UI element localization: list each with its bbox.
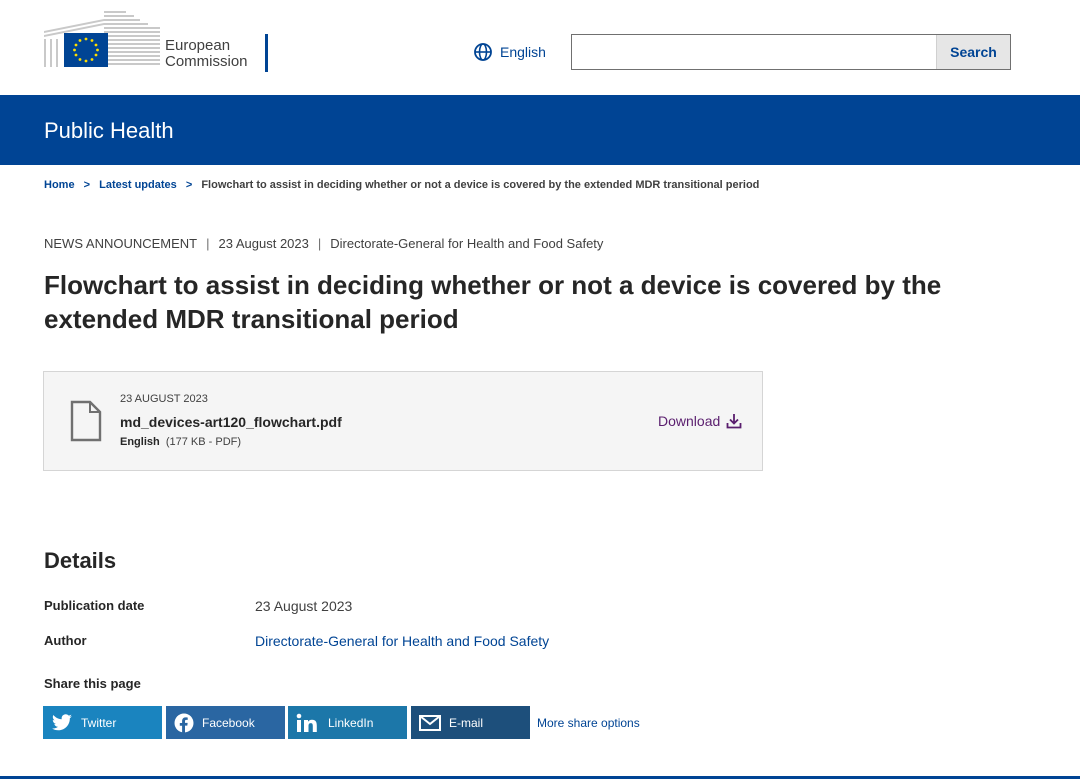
logo-line-2: Commission — [165, 53, 248, 70]
content-type: NEWS ANNOUNCEMENT — [44, 236, 198, 251]
twitter-icon — [51, 713, 73, 732]
share-linkedin-label: LinkedIn — [328, 715, 374, 730]
download-label: Download — [658, 413, 721, 429]
search-input[interactable] — [572, 35, 932, 69]
breadcrumb: Home > Latest updates > Flowchart to ass… — [44, 179, 759, 191]
file-size: (177 KB - PDF) — [165, 436, 242, 448]
author-link[interactable]: Directorate-General for Health and Food … — [255, 633, 549, 649]
meta-date: 23 August 2023 — [218, 236, 309, 251]
share-email-button[interactable]: E-mail — [411, 706, 530, 739]
share-twitter-label: Twitter — [81, 715, 117, 730]
more-share-options-link[interactable]: More share options — [537, 716, 640, 730]
globe-icon — [474, 43, 492, 61]
author-label: Author — [44, 633, 87, 648]
meta-author: Directorate-General for Health and Food … — [330, 236, 604, 251]
download-icon — [726, 414, 742, 429]
site-name[interactable]: Public Health — [44, 118, 174, 144]
file-name: md_devices-art120_flowchart.pdf — [120, 414, 342, 430]
share-email-label: E-mail — [449, 715, 484, 730]
language-label: English — [500, 44, 546, 60]
search-button[interactable]: Search — [936, 35, 1010, 69]
chevron-right-icon: > — [83, 179, 91, 191]
publication-date-value: 23 August 2023 — [255, 598, 353, 614]
share-linkedin-button[interactable]: LinkedIn — [288, 706, 407, 739]
facebook-icon — [174, 713, 194, 733]
chevron-right-icon: > — [185, 179, 193, 191]
linkedin-icon — [296, 713, 320, 733]
meta-divider: | — [317, 236, 322, 251]
details-heading: Details — [44, 548, 117, 573]
meta-divider: | — [206, 236, 210, 251]
logo-text: European Commission — [165, 38, 248, 70]
share-twitter-button[interactable]: Twitter — [43, 706, 162, 739]
publication-date-label: Publication date — [44, 598, 145, 613]
file-language: English — [120, 436, 160, 448]
breadcrumb-latest-updates[interactable]: Latest updates — [99, 179, 177, 191]
document-icon — [70, 400, 102, 442]
language-selector[interactable]: English — [473, 42, 546, 62]
file-date: 23 AUGUST 2023 — [120, 393, 208, 405]
search-box: Search — [571, 34, 1011, 70]
share-facebook-button[interactable]: Facebook — [166, 706, 285, 739]
download-link[interactable]: Download — [658, 413, 742, 429]
share-facebook-label: Facebook — [202, 715, 255, 730]
breadcrumb-current: Flowchart to assist in deciding whether … — [201, 179, 760, 191]
page-meta: NEWS ANNOUNCEMENT | 23 August 2023 | Directo… — [44, 236, 603, 251]
site-header: European Commission English Search — [0, 0, 1080, 95]
envelope-icon — [419, 714, 441, 731]
logo-line-1: European — [165, 37, 231, 54]
page-title: Flowchart to assist in deciding whether … — [44, 270, 942, 334]
share-heading: Share this page — [44, 676, 141, 691]
file-card: 23 AUGUST 2023 md_devices-art120_flowcha… — [43, 371, 763, 471]
breadcrumb-home[interactable]: Home — [44, 179, 75, 191]
logo-separator — [265, 34, 268, 72]
file-info: English (177 KB - PDF) — [120, 436, 241, 448]
